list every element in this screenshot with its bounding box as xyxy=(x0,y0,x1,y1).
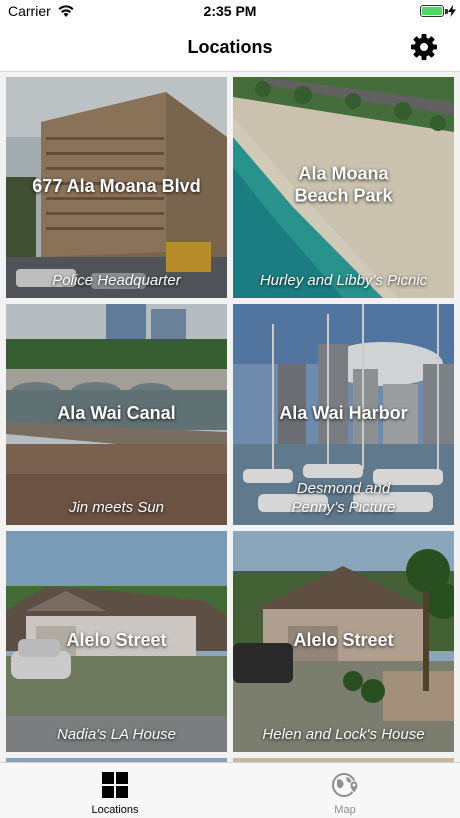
location-subtitle: Jin meets Sun xyxy=(68,499,165,516)
tab-label: Map xyxy=(334,804,356,816)
location-card[interactable]: Ala Moana Beach Park Hurley and Libby’s … xyxy=(233,77,454,298)
tab-locations[interactable]: Locations xyxy=(0,763,230,818)
location-subtitle: Nadia's LA House xyxy=(56,726,177,743)
tab-map[interactable]: Map xyxy=(230,763,460,818)
location-card[interactable]: Alelo Street Nadia's LA House xyxy=(6,531,227,752)
locations-grid[interactable]: 677 Ala Moana Blvd Police Headquarter Al… xyxy=(0,72,460,762)
location-card[interactable]: 677 Ala Moana Blvd Police Headquarter xyxy=(6,77,227,298)
tab-bar: Locations Map xyxy=(0,762,460,818)
navigation-bar: Locations xyxy=(0,24,460,72)
location-name: Ala Wai Canal xyxy=(57,402,176,423)
gear-icon[interactable] xyxy=(410,33,438,61)
location-card[interactable]: Ala Wai Canal Jin meets Sun xyxy=(6,304,227,525)
location-name: Ala Moana Beach Park xyxy=(294,162,393,205)
location-name: 677 Ala Moana Blvd xyxy=(32,175,201,196)
location-subtitle: Helen and Lock's House xyxy=(262,726,425,743)
location-card[interactable]: Alelo Street Helen and Lock's House xyxy=(233,531,454,752)
status-time: 2:35 PM xyxy=(203,3,257,19)
battery-fill xyxy=(422,7,442,15)
location-subtitle: Desmond and Penny’s Picture xyxy=(291,480,396,516)
page-title: Locations xyxy=(187,37,273,57)
battery-icon xyxy=(420,5,444,17)
status-bar: Carrier 2:35 PM xyxy=(0,0,460,24)
grid-icon xyxy=(102,772,128,798)
location-card[interactable]: Ala Wai Harbor Desmond and Penny’s Pictu… xyxy=(233,304,454,525)
location-name: Ala Wai Harbor xyxy=(279,402,408,423)
location-name: Alelo Street xyxy=(66,629,167,650)
location-subtitle: Police Headquarter xyxy=(52,272,181,289)
tab-label: Locations xyxy=(91,804,139,816)
location-name: Alelo Street xyxy=(293,629,394,650)
location-subtitle: Hurley and Libby’s Picnic xyxy=(259,272,428,289)
globe-pin-icon xyxy=(332,773,359,797)
charging-bolt-icon xyxy=(448,5,456,17)
